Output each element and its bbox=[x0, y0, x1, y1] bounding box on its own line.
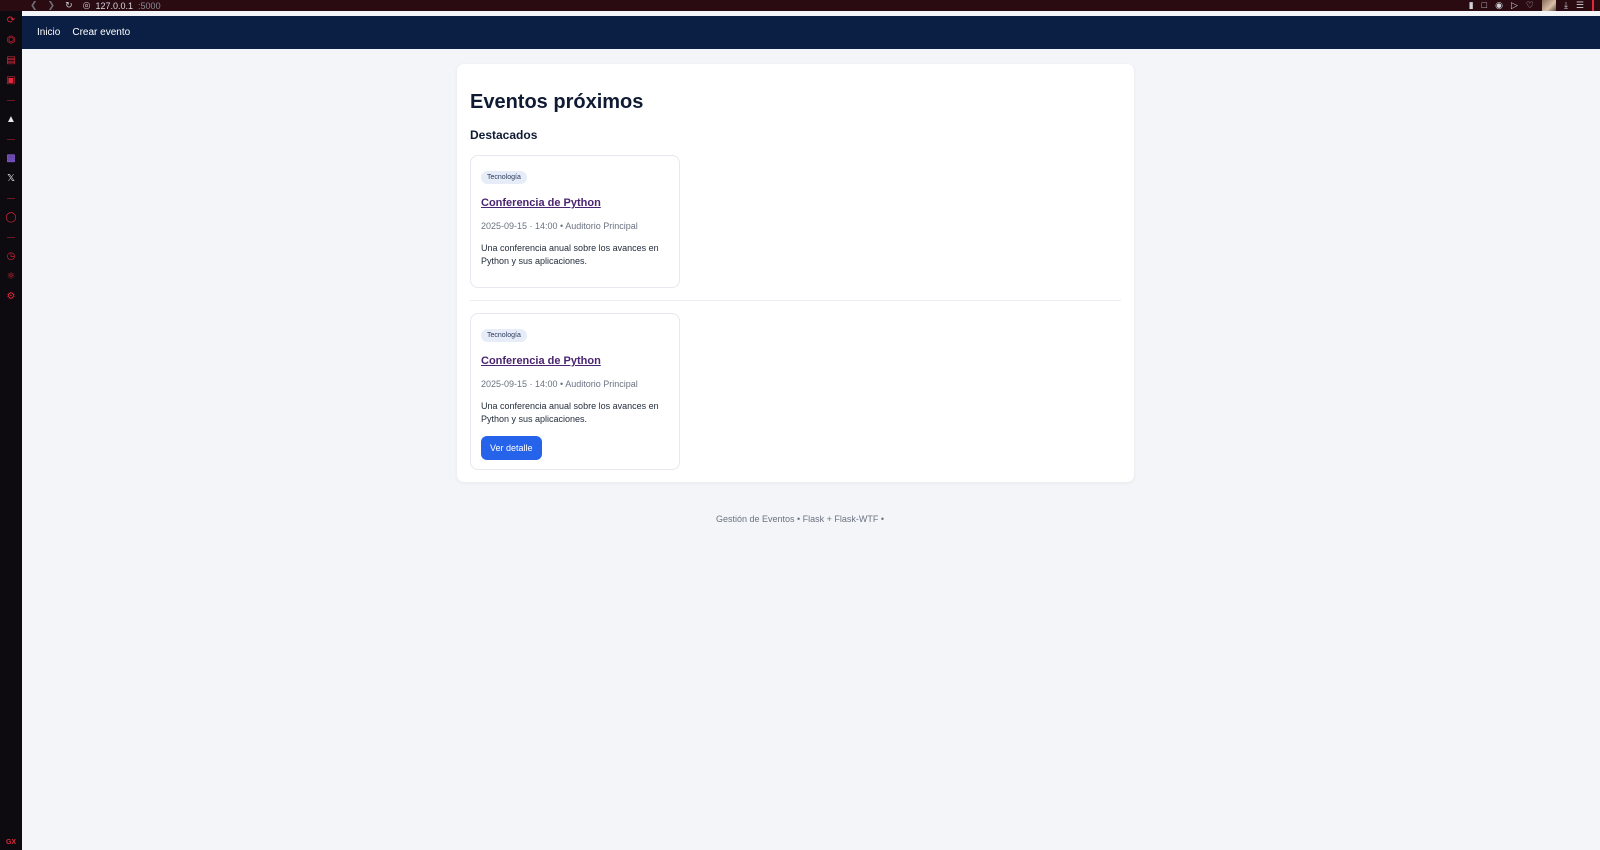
aria-icon[interactable]: ▲ bbox=[0, 110, 22, 130]
sidebar-divider bbox=[7, 198, 15, 199]
browser-toolbar-icons: ▮ □ ◉ ▷ ♡ ⤓ ☰ bbox=[1469, 0, 1594, 11]
pin-icon[interactable]: ▮ bbox=[1469, 1, 1474, 10]
category-badge: Tecnología bbox=[481, 171, 527, 184]
section-title: Destacados bbox=[470, 128, 538, 142]
event-meta: 2025-09-15 · 14:00 • Auditorio Principal bbox=[481, 379, 638, 389]
sidebar-divider bbox=[7, 139, 15, 140]
browser-sidebar: ⟳ ⏣ ▤ ▣ ▲ ▩ 𝕏 ◯ ◷ ⚛ ⚙ GX bbox=[0, 11, 22, 850]
nav-link-create-event[interactable]: Crear evento bbox=[72, 27, 130, 38]
globe-icon: ◎ bbox=[82, 0, 91, 10]
play-icon[interactable]: ▷ bbox=[1511, 1, 1518, 10]
gx-control-icon[interactable]: ⟳ bbox=[0, 11, 22, 31]
sidebar-divider bbox=[7, 100, 15, 101]
section-divider bbox=[470, 300, 1121, 301]
accent-divider bbox=[1592, 0, 1594, 11]
event-description: Una conferencia anual sobre los avances … bbox=[481, 243, 659, 266]
gx-games-icon[interactable]: ▣ bbox=[0, 71, 22, 91]
url-host: 127.0.0.1 bbox=[95, 0, 134, 11]
view-detail-button[interactable]: Ver detalle bbox=[481, 436, 542, 460]
nav-link-home[interactable]: Inicio bbox=[37, 27, 60, 38]
heart-icon[interactable]: ♡ bbox=[1526, 1, 1534, 10]
download-icon[interactable]: ⤓ bbox=[1564, 1, 1568, 10]
category-badge: Tecnología bbox=[481, 329, 527, 342]
menu-icon[interactable]: ☰ bbox=[1576, 1, 1584, 10]
page-footer: Gestión de Eventos • Flask + Flask-WTF • bbox=[715, 514, 885, 524]
reload-icon[interactable]: ↻ bbox=[65, 1, 73, 10]
profile-avatar[interactable] bbox=[1541, 0, 1556, 11]
event-card: Tecnología Conferencia de Python 2025-09… bbox=[470, 313, 680, 470]
x-twitter-icon[interactable]: 𝕏 bbox=[0, 169, 22, 189]
history-icon[interactable]: ◷ bbox=[0, 247, 22, 267]
browser-nav-buttons: ❮ ❯ ↻ bbox=[30, 1, 73, 10]
gx-logo: GX bbox=[5, 839, 17, 846]
event-title-link[interactable]: Conferencia de Python bbox=[481, 197, 669, 209]
url-port: :5000 bbox=[138, 0, 161, 11]
bookmark-icon[interactable]: □ bbox=[1482, 1, 1487, 10]
event-description: Una conferencia anual sobre los avances … bbox=[481, 401, 659, 424]
gx-corner-icon[interactable]: ⏣ bbox=[0, 31, 22, 51]
sidebar-divider bbox=[7, 237, 15, 238]
event-meta: 2025-09-15 · 14:00 • Auditorio Principal bbox=[481, 221, 638, 231]
app-navbar: Inicio Crear evento bbox=[22, 16, 1600, 49]
shield-icon[interactable]: ◉ bbox=[1495, 1, 1503, 10]
forward-icon[interactable]: ❯ bbox=[48, 1, 56, 10]
player-icon[interactable]: ◯ bbox=[0, 208, 22, 228]
event-card: Tecnología Conferencia de Python 2025-09… bbox=[470, 155, 680, 288]
extensions-icon[interactable]: ⚛ bbox=[0, 267, 22, 287]
page-title: Eventos próximos bbox=[470, 91, 644, 113]
back-icon[interactable]: ❮ bbox=[30, 1, 38, 10]
gx-cleaner-icon[interactable]: ▤ bbox=[0, 51, 22, 71]
twitch-icon[interactable]: ▩ bbox=[0, 149, 22, 169]
address-bar[interactable]: ◎ 127.0.0.1 :5000 bbox=[83, 0, 161, 11]
event-title-link[interactable]: Conferencia de Python bbox=[481, 355, 669, 367]
settings-icon[interactable]: ⚙ bbox=[0, 287, 22, 307]
events-panel: Eventos próximos Destacados Tecnología C… bbox=[457, 64, 1134, 482]
browser-toolbar: ❮ ❯ ↻ ◎ 127.0.0.1 :5000 ▮ □ ◉ ▷ ♡ ⤓ ☰ bbox=[0, 0, 1600, 11]
